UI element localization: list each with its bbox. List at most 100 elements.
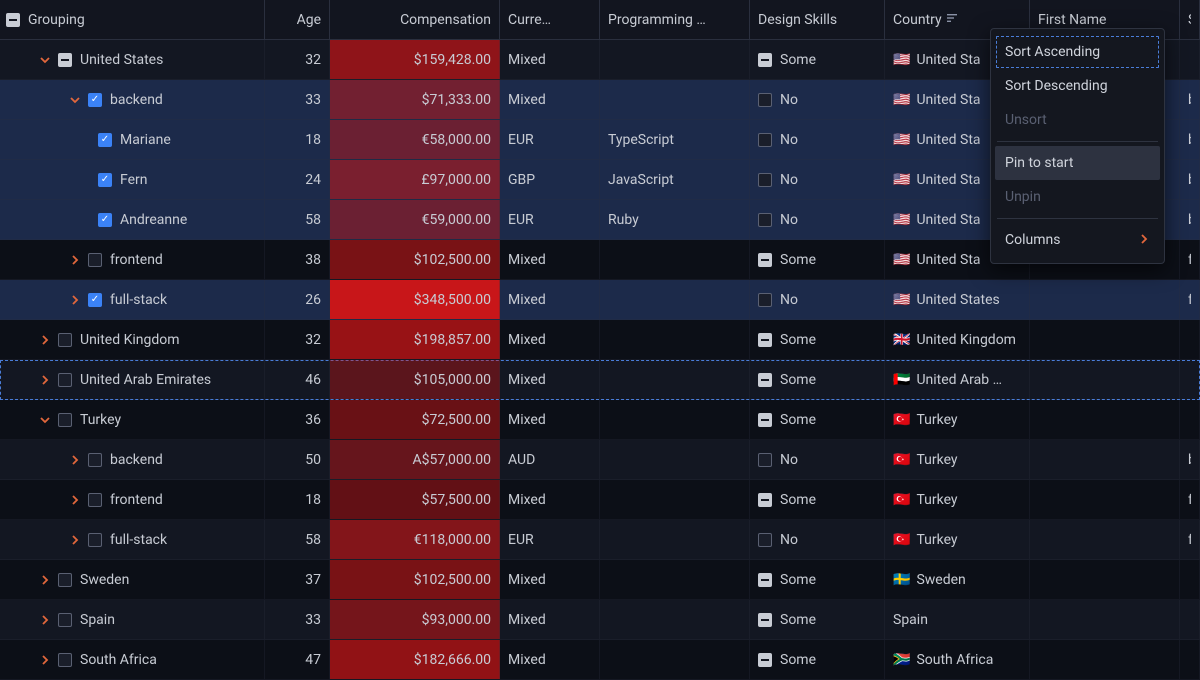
checkbox[interactable] (758, 213, 772, 227)
table-row[interactable]: Sweden37$102,500.00MixedSome🇸🇪Sweden (0, 560, 1200, 600)
checkbox[interactable] (88, 493, 102, 507)
cell-firstname (1030, 440, 1180, 479)
checkbox[interactable]: ✓ (98, 173, 112, 187)
currency-value: Mixed (508, 332, 546, 348)
cell-grouping[interactable]: Spain (0, 600, 265, 639)
country-value: United States (916, 292, 999, 308)
table-row[interactable]: United Kingdom32$198,857.00MixedSome🇬🇧Un… (0, 320, 1200, 360)
cell-currency: Mixed (500, 80, 600, 119)
checkbox[interactable] (758, 413, 772, 427)
table-row[interactable]: South Africa47$182,666.00MixedSome🇿🇦Sout… (0, 640, 1200, 680)
checkbox[interactable] (88, 453, 102, 467)
checkbox[interactable] (758, 573, 772, 587)
checkbox[interactable]: ✓ (98, 213, 112, 227)
flag-icon: 🇹🇷 (893, 492, 910, 508)
chevron-down-icon[interactable] (68, 93, 82, 107)
cell-firstname (1030, 320, 1180, 359)
header-grouping[interactable]: Grouping (0, 0, 265, 39)
design-value: No (780, 212, 798, 228)
cell-grouping[interactable]: ✓Mariane (0, 120, 265, 159)
checkbox[interactable] (758, 53, 772, 67)
header-age[interactable]: Age (265, 0, 330, 39)
checkbox[interactable] (58, 613, 72, 627)
checkbox[interactable]: ✓ (98, 133, 112, 147)
menu-columns[interactable]: Columns (991, 223, 1164, 257)
checkbox[interactable] (58, 333, 72, 347)
cell-grouping[interactable]: frontend (0, 480, 265, 519)
checkbox[interactable] (88, 253, 102, 267)
cell-grouping[interactable]: full-stack (0, 520, 265, 559)
chevron-down-icon[interactable] (38, 413, 52, 427)
checkbox[interactable] (758, 93, 772, 107)
chevron-right-icon[interactable] (68, 253, 82, 267)
cell-design: Some (750, 480, 885, 519)
chevron-down-icon[interactable] (38, 53, 52, 67)
checkbox[interactable] (758, 293, 772, 307)
chevron-right-icon[interactable] (68, 453, 82, 467)
cell-compensation: €118,000.00 (330, 520, 500, 559)
chevron-right-icon[interactable] (68, 293, 82, 307)
checkbox[interactable] (58, 653, 72, 667)
menu-pin-to-start[interactable]: Pin to start (995, 146, 1160, 180)
checkbox[interactable] (758, 173, 772, 187)
table-row[interactable]: frontend18$57,500.00MixedSome🇹🇷Turkeyf (0, 480, 1200, 520)
checkbox[interactable] (758, 533, 772, 547)
cell-grouping[interactable]: backend (0, 440, 265, 479)
compensation-value: £97,000.00 (421, 172, 491, 188)
flag-icon: 🇺🇸 (893, 172, 910, 188)
checkbox[interactable] (758, 493, 772, 507)
cell-grouping[interactable]: frontend (0, 240, 265, 279)
header-programming[interactable]: Programming … (600, 0, 750, 39)
header-design[interactable]: Design Skills (750, 0, 885, 39)
chevron-right-icon[interactable] (38, 613, 52, 627)
header-currency[interactable]: Curre… (500, 0, 600, 39)
cell-grouping[interactable]: ✓Andreanne (0, 200, 265, 239)
checkbox[interactable] (58, 373, 72, 387)
cell-design: Some (750, 360, 885, 399)
checkbox[interactable] (758, 453, 772, 467)
checkbox[interactable] (58, 413, 72, 427)
menu-sort-descending[interactable]: Sort Descending (991, 69, 1164, 103)
checkbox[interactable] (88, 533, 102, 547)
cell-grouping[interactable]: Sweden (0, 560, 265, 599)
cell-grouping[interactable]: ✓Fern (0, 160, 265, 199)
table-row[interactable]: backend50A$57,000.00AUDNo🇹🇷Turkeyb (0, 440, 1200, 480)
menu-sort-ascending[interactable]: Sort Ascending (995, 35, 1160, 69)
cell-programming (600, 40, 750, 79)
checkbox[interactable] (758, 333, 772, 347)
table-row[interactable]: Turkey36$72,500.00MixedSome🇹🇷Turkey (0, 400, 1200, 440)
checkbox[interactable] (758, 133, 772, 147)
table-row[interactable]: ✓full-stack26$348,500.00MixedNo🇺🇸United … (0, 280, 1200, 320)
checkbox[interactable]: ✓ (88, 93, 102, 107)
chevron-right-icon[interactable] (38, 333, 52, 347)
header-checkbox[interactable] (6, 13, 20, 27)
header-compensation[interactable]: Compensation (330, 0, 500, 39)
checkbox[interactable] (758, 653, 772, 667)
cell-grouping[interactable]: United Kingdom (0, 320, 265, 359)
cell-grouping[interactable]: Turkey (0, 400, 265, 439)
chevron-right-icon[interactable] (38, 653, 52, 667)
chevron-right-icon[interactable] (68, 533, 82, 547)
cell-country: 🇬🇧United Kingdom (885, 320, 1030, 359)
checkbox[interactable] (58, 573, 72, 587)
checkbox[interactable]: ✓ (88, 293, 102, 307)
checkbox[interactable] (758, 613, 772, 627)
cell-grouping[interactable]: ✓backend (0, 80, 265, 119)
cell-grouping[interactable]: United Arab Emirates (0, 360, 265, 399)
chevron-right-icon[interactable] (38, 373, 52, 387)
chevron-right-icon[interactable] (68, 493, 82, 507)
checkbox[interactable] (58, 53, 72, 67)
country-value: United Arab … (916, 372, 1002, 388)
chevron-right-icon[interactable] (38, 573, 52, 587)
cell-currency: EUR (500, 200, 600, 239)
checkbox[interactable] (758, 373, 772, 387)
header-extra[interactable]: S (1180, 0, 1200, 39)
cell-grouping[interactable]: ✓full-stack (0, 280, 265, 319)
cell-age: 58 (265, 520, 330, 559)
table-row[interactable]: Spain33$93,000.00MixedSomeSpain (0, 600, 1200, 640)
table-row[interactable]: United Arab Emirates46$105,000.00MixedSo… (0, 360, 1200, 400)
cell-grouping[interactable]: South Africa (0, 640, 265, 679)
table-row[interactable]: full-stack58€118,000.00EURNo🇹🇷Turkeyf (0, 520, 1200, 560)
checkbox[interactable] (758, 253, 772, 267)
cell-grouping[interactable]: United States (0, 40, 265, 79)
